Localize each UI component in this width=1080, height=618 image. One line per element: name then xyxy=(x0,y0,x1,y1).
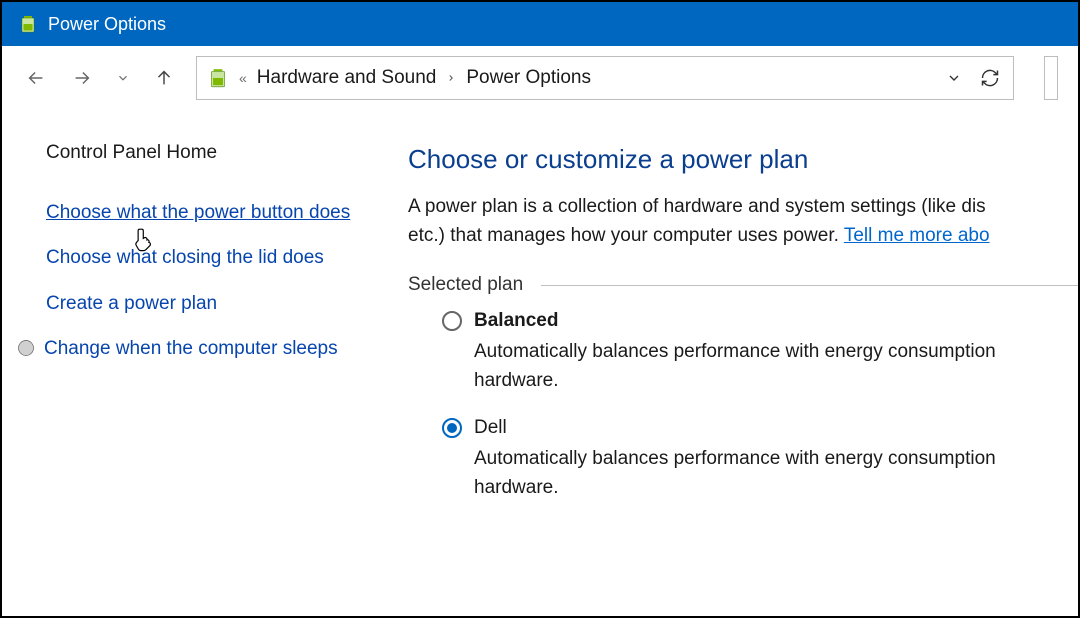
breadcrumb-overflow-icon[interactable]: « xyxy=(239,70,247,86)
main: Choose or customize a power plan A power… xyxy=(382,110,1078,616)
breadcrumb[interactable]: « Hardware and Sound Power Options xyxy=(196,56,1014,100)
battery-icon xyxy=(18,14,38,34)
titlebar: Power Options xyxy=(2,2,1078,46)
desc-line2: etc.) that manages how your computer use… xyxy=(408,225,844,246)
sidebar: Control Panel Home Choose what the power… xyxy=(2,110,382,616)
sidebar-link-power-button[interactable]: Choose what the power button does xyxy=(46,198,362,227)
up-button[interactable] xyxy=(150,64,178,92)
selected-plan-label: Selected plan xyxy=(408,274,1078,296)
toolbar: « Hardware and Sound Power Options xyxy=(2,46,1078,110)
history-dropdown[interactable] xyxy=(114,69,132,87)
search-input[interactable] xyxy=(1044,56,1058,100)
plan-balanced: Balanced Automatically balances performa… xyxy=(442,310,1078,395)
page-title: Choose or customize a power plan xyxy=(408,144,1078,175)
sidebar-link-closing-lid[interactable]: Choose what closing the lid does xyxy=(46,243,362,272)
breadcrumb-current[interactable]: Power Options xyxy=(466,67,591,89)
tell-me-more-link[interactable]: Tell me more abo xyxy=(844,225,990,246)
sidebar-link-create-plan[interactable]: Create a power plan xyxy=(46,289,362,318)
desc-line1: A power plan is a collection of hardware… xyxy=(408,196,986,217)
content: Control Panel Home Choose what the power… xyxy=(2,110,1078,616)
plan-dell: Dell Automatically balances performance … xyxy=(442,417,1078,502)
fieldset-text: Selected plan xyxy=(408,274,523,296)
battery-icon xyxy=(207,67,229,89)
radio-dell[interactable] xyxy=(442,418,462,438)
refresh-button[interactable] xyxy=(977,65,1003,91)
forward-button[interactable] xyxy=(68,64,96,92)
plan-desc-balanced: Automatically balances performance with … xyxy=(474,338,1078,395)
page-description: A power plan is a collection of hardware… xyxy=(408,193,1078,250)
sidebar-link-sleep[interactable]: Change when the computer sleeps xyxy=(44,334,338,363)
breadcrumb-parent[interactable]: Hardware and Sound xyxy=(257,67,437,89)
plan-name-dell[interactable]: Dell xyxy=(474,417,507,439)
window-title: Power Options xyxy=(48,14,166,35)
divider xyxy=(541,285,1078,286)
chevron-right-icon xyxy=(446,71,456,85)
sleep-icon xyxy=(16,338,36,362)
plan-desc-dell: Automatically balances performance with … xyxy=(474,445,1078,502)
plan-name-balanced[interactable]: Balanced xyxy=(474,310,558,332)
sidebar-home-link[interactable]: Control Panel Home xyxy=(46,142,362,164)
back-button[interactable] xyxy=(22,64,50,92)
breadcrumb-dropdown[interactable] xyxy=(941,65,967,91)
radio-balanced[interactable] xyxy=(442,311,462,331)
